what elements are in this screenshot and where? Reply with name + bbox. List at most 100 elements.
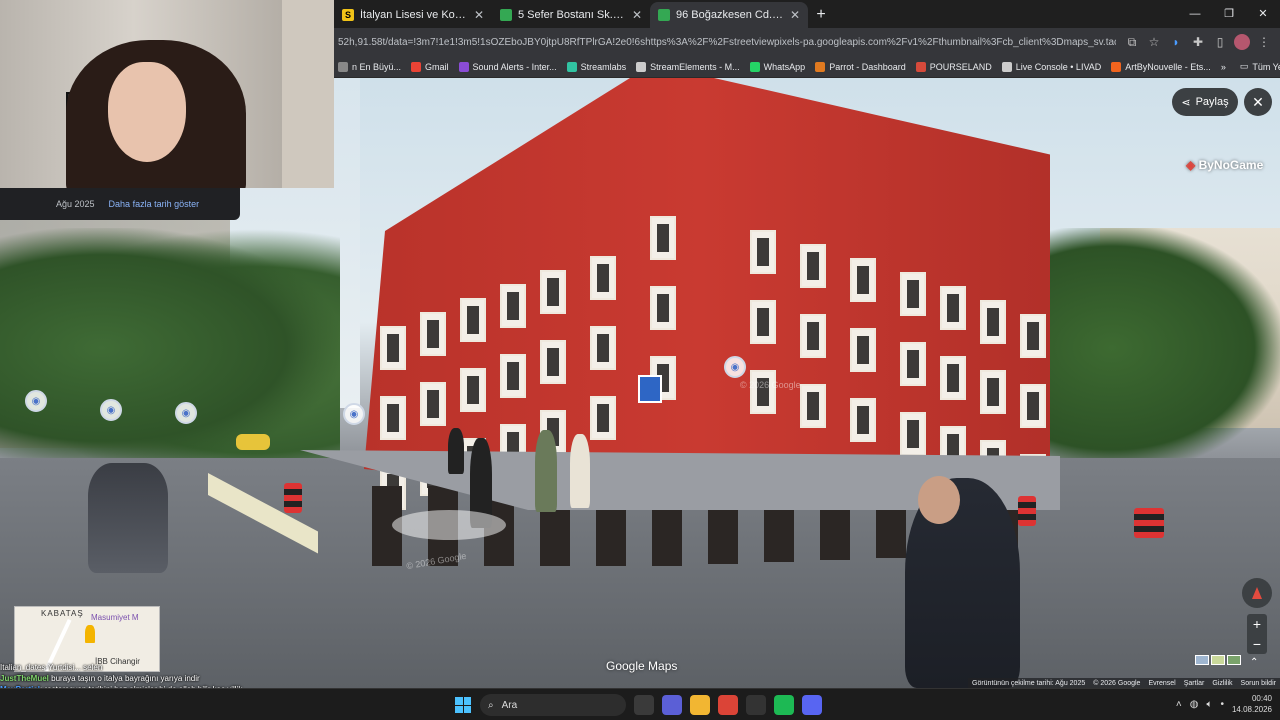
install-app-icon[interactable]: ⧉ xyxy=(1124,34,1140,50)
close-street-view-button[interactable]: ✕ xyxy=(1244,88,1272,116)
taskbar-apps xyxy=(634,695,822,715)
building-window xyxy=(940,286,966,330)
footer-link[interactable]: Evrensel xyxy=(1148,680,1175,687)
volume-icon[interactable]: 🔈︎ xyxy=(1206,699,1212,710)
tab-close-icon[interactable]: ✕ xyxy=(474,8,484,22)
street-view-marker-icon[interactable]: ◉ xyxy=(175,402,197,424)
street-view-marker-icon[interactable]: ◉ xyxy=(100,399,122,421)
more-bookmarks-button[interactable]: » xyxy=(1221,62,1226,72)
share-icon: ⋖ xyxy=(1181,96,1191,109)
building-window xyxy=(590,256,616,300)
street-view-marker-icon[interactable]: ◉ xyxy=(343,403,365,425)
layer-thumbnails[interactable] xyxy=(1195,655,1241,665)
tab-0[interactable]: S İtalyan Lisesi ve Konsolosluğun ✕ xyxy=(334,2,492,28)
building-window xyxy=(650,286,676,330)
street-view-marker-icon[interactable]: ◉ xyxy=(724,356,746,378)
share-button[interactable]: ⋖ Paylaş xyxy=(1172,88,1238,116)
pedestrian-head xyxy=(918,476,960,524)
building-window xyxy=(540,270,566,314)
bookmark-item[interactable]: Sound Alerts - Inter... xyxy=(458,61,557,72)
motorcyclist xyxy=(88,463,168,573)
clock[interactable]: 00:40 14.08.2026 xyxy=(1232,693,1272,715)
layer-thumb[interactable] xyxy=(1227,655,1241,665)
compass-icon[interactable] xyxy=(1242,578,1272,608)
location-marker-icon[interactable]: ◉ xyxy=(25,390,47,412)
building-window xyxy=(800,384,826,428)
building-window xyxy=(940,356,966,400)
tab-close-icon[interactable]: ✕ xyxy=(790,8,800,22)
building-window xyxy=(460,298,486,342)
layer-thumb[interactable] xyxy=(1195,655,1209,665)
menu-dots-icon[interactable]: ⋮ xyxy=(1256,34,1272,50)
navigation-cursor[interactable] xyxy=(392,510,506,540)
chat-text: buraya taşın o italya bayrağını yarıya i… xyxy=(48,674,200,683)
bookmark-star-icon[interactable]: ☆ xyxy=(1146,34,1162,50)
tab-2[interactable]: 96 Boğazkesen Cd. - Google Ha ✕ xyxy=(650,2,808,28)
footer-link[interactable]: Gizlilik xyxy=(1212,680,1232,687)
bookmark-item[interactable]: Streamlabs xyxy=(566,61,626,72)
mic-icon[interactable]: • xyxy=(1220,699,1224,710)
address-bar: 52h,91.58t/data=!3m7!1e1!3m5!1sOZEboJBY0… xyxy=(334,28,1280,56)
more-dates-link[interactable]: Daha fazla tarih göster xyxy=(109,199,200,209)
footer-link[interactable]: Sorun bildir xyxy=(1241,680,1276,687)
bookmark-item[interactable]: POURSELAND xyxy=(915,61,992,72)
folder-icon[interactable] xyxy=(690,695,710,715)
taskbar-search[interactable]: ⌕ Ara xyxy=(480,694,626,716)
bookmarks-bar: n En Büyü... Gmail Sound Alerts - Inter...… xyxy=(334,56,1280,78)
bookmark-favicon-icon xyxy=(815,61,826,72)
copilot-icon[interactable] xyxy=(662,695,682,715)
date-panel: Ağu 2025 Daha fazla tarih göster xyxy=(0,188,240,220)
tab-close-icon[interactable]: ✕ xyxy=(632,8,642,22)
discord-icon[interactable] xyxy=(802,695,822,715)
all-bookmarks-folder[interactable]: ▭ Tüm Yer İşaretleri xyxy=(1240,61,1280,72)
side-panel-icon[interactable]: ▯ xyxy=(1212,34,1228,50)
window-controls: — ❐ ✕ xyxy=(1178,0,1280,28)
expand-icon[interactable]: ⌃ xyxy=(1250,657,1258,668)
bookmark-item[interactable]: Parrot - Dashboard xyxy=(815,61,906,72)
building-window xyxy=(380,396,406,440)
bynogame-logo: ◈ ByNoGame xyxy=(1186,158,1263,172)
zoom-out-button[interactable]: − xyxy=(1253,636,1261,652)
cam-background xyxy=(282,0,334,188)
bookmark-list: n En Büyü... Gmail Sound Alerts - Inter...… xyxy=(338,61,1211,72)
bookmark-item[interactable]: ArtByNouvelle - Ets... xyxy=(1111,61,1211,72)
bookmark-item[interactable]: Live Console • LIVAD xyxy=(1001,61,1101,72)
chrome-icon[interactable] xyxy=(718,695,738,715)
network-icon[interactable]: ◍ xyxy=(1190,699,1199,710)
maximize-button[interactable]: ❐ xyxy=(1212,0,1246,28)
minimize-button[interactable]: — xyxy=(1178,0,1212,28)
road-bollard xyxy=(1134,508,1164,538)
bookmark-item[interactable]: n En Büyü... xyxy=(338,61,401,72)
layer-thumb[interactable] xyxy=(1211,655,1225,665)
files-icon[interactable] xyxy=(634,695,654,715)
new-tab-button[interactable]: + xyxy=(808,2,834,28)
bookmark-item[interactable]: Gmail xyxy=(411,61,449,72)
obs-icon[interactable] xyxy=(746,695,766,715)
close-window-button[interactable]: ✕ xyxy=(1246,0,1280,28)
taskbar: ⌕ Ara ˄ ◍ 🔈︎ • 00:40 14.08.2026 xyxy=(0,688,1280,720)
tab-1[interactable]: 5 Sefer Bostanı Sk. - Google Ha ✕ xyxy=(492,2,650,28)
tray-chevron-icon[interactable]: ˄ xyxy=(1176,699,1182,710)
zoom-control: + − xyxy=(1247,614,1267,654)
search-placeholder: Ara xyxy=(501,699,518,711)
spotify-icon[interactable] xyxy=(774,695,794,715)
bookmark-label: Gmail xyxy=(425,61,449,72)
tab-title: 5 Sefer Bostanı Sk. - Google Ha xyxy=(518,9,626,21)
building-window xyxy=(850,328,876,372)
bookmark-item[interactable]: StreamElements - M... xyxy=(636,61,740,72)
maps-footer: Görüntünün çekilme tarihi: Ağu 2025 © 20… xyxy=(968,678,1280,688)
zoom-in-button[interactable]: + xyxy=(1253,616,1261,632)
footer-link[interactable]: Şartlar xyxy=(1184,680,1205,687)
bynogame-label: ByNoGame xyxy=(1198,158,1264,172)
tab-favicon-icon xyxy=(658,9,670,21)
bookmark-label: WhatsApp xyxy=(763,61,806,72)
url-field[interactable]: 52h,91.58t/data=!3m7!1e1!3m5!1sOZEboJBY0… xyxy=(334,37,1116,48)
building-window xyxy=(750,230,776,274)
building-window xyxy=(980,300,1006,344)
start-button[interactable] xyxy=(455,697,471,713)
building-window xyxy=(500,354,526,398)
extension-icon[interactable]: ◗ xyxy=(1168,34,1184,50)
profile-avatar[interactable] xyxy=(1234,34,1250,50)
bookmark-item[interactable]: WhatsApp xyxy=(749,61,806,72)
extensions-puzzle-icon[interactable]: ✚ xyxy=(1190,34,1206,50)
